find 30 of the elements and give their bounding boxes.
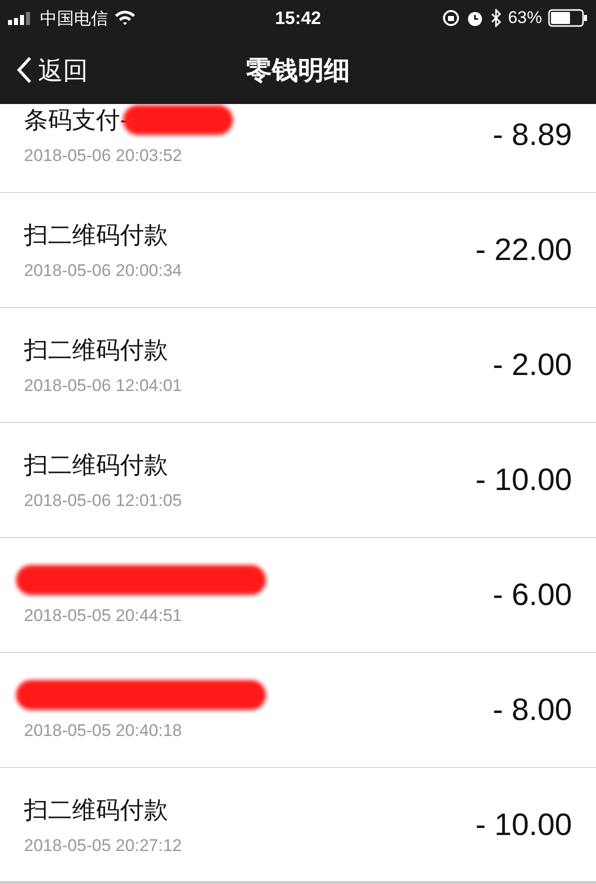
transaction-amount: - 6.00 (492, 577, 572, 613)
transaction-amount: - 10.00 (475, 807, 572, 843)
page-title: 零钱明细 (246, 54, 350, 88)
clock-time: 15:42 (274, 8, 322, 28)
transaction-time: 2018-05-05 20:27:12 (24, 836, 182, 856)
transaction-time: 2018-05-06 12:04:01 (24, 376, 182, 396)
transaction-amount: - 22.00 (475, 232, 572, 268)
carrier-name: 中国电信 (40, 8, 108, 30)
transaction-time: 2018-05-06 12:01:05 (24, 491, 182, 511)
wifi-icon (114, 10, 136, 26)
transaction-amount: - 2.00 (492, 347, 572, 383)
transaction-time: 2018-05-06 20:03:52 (24, 146, 183, 166)
transaction-amount: - 8.00 (492, 692, 572, 728)
battery-percent: 63% (508, 8, 542, 28)
back-button[interactable]: 返回 (0, 48, 88, 92)
rotation-lock-icon (442, 9, 460, 27)
transaction-title: 扫二维码付款 (24, 220, 168, 251)
transaction-amount: - 8.89 (492, 117, 572, 153)
chevron-left-icon (16, 56, 32, 84)
transaction-title: 扫二维码付款 (24, 795, 168, 826)
transaction-title: 扫二维码付款 (24, 335, 168, 366)
transaction-title: 扫二维码付款 (24, 450, 168, 481)
transaction-amount: - 10.00 (475, 462, 572, 498)
transaction-time: 2018-05-06 20:00:34 (24, 261, 182, 281)
bluetooth-icon (490, 9, 502, 27)
transaction-time: 2018-05-05 20:44:51 (24, 606, 183, 626)
battery-icon (548, 9, 588, 27)
transaction-title: 条码支付- (24, 105, 129, 136)
alarm-icon (466, 9, 484, 27)
transaction-time: 2018-05-05 20:40:18 (24, 721, 183, 741)
